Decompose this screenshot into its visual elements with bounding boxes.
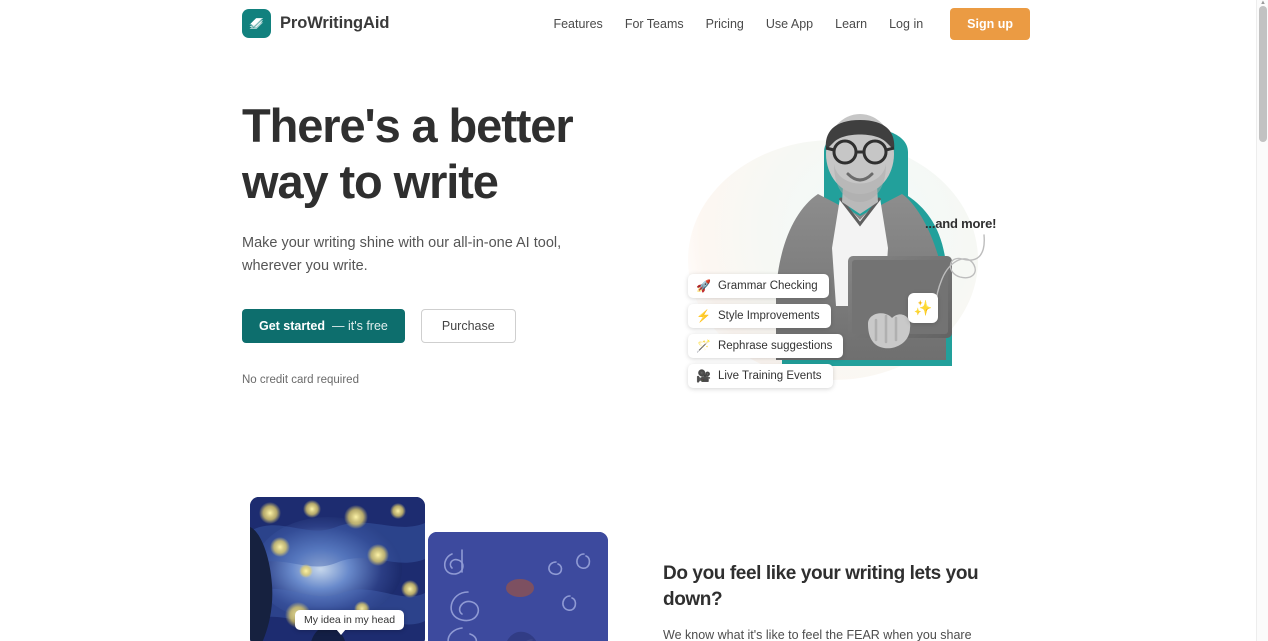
scrollbar-thumb[interactable] xyxy=(1259,6,1267,142)
hero-title-line-2: way to write xyxy=(242,155,499,208)
idea-tooltip: My idea in my head xyxy=(295,610,405,635)
page-root: ProWritingAid Features For Teams Pricing… xyxy=(0,0,1256,641)
artwork-comparison: My idea in my head xyxy=(250,497,630,641)
site-header: ProWritingAid Features For Teams Pricing… xyxy=(0,0,1256,48)
nav-item-features[interactable]: Features xyxy=(542,8,613,40)
hero-copy: There's a better way to write Make your … xyxy=(242,98,622,386)
hero-section: There's a better way to write Make your … xyxy=(0,48,1256,468)
and-more-annotation: ...and more! xyxy=(925,216,997,231)
feature-chip-label: Style Improvements xyxy=(717,310,820,322)
brand-name: ProWritingAid xyxy=(280,14,390,32)
get-started-sublabel: — it's free xyxy=(332,319,388,333)
hero-subtitle: Make your writing shine with our all-in-… xyxy=(242,235,562,274)
hero-title: There's a better way to write xyxy=(242,98,622,210)
feature-chip-rephrase-suggestions: 🪄 Rephrase suggestions xyxy=(688,334,844,358)
nav-item-log-in[interactable]: Log in xyxy=(878,8,934,40)
squiggle-arrow-icon xyxy=(935,234,985,306)
feature-chip-grammar-checking: 🚀 Grammar Checking xyxy=(688,274,829,298)
hero-title-line-1: There's a better xyxy=(242,99,574,152)
feature-chip-label: Grammar Checking xyxy=(717,280,818,292)
nav-item-learn[interactable]: Learn xyxy=(824,8,878,40)
vertical-scrollbar[interactable]: ▲ xyxy=(1256,0,1268,641)
writing-problem-copy: Do you feel like your writing lets you d… xyxy=(663,561,1015,641)
section-heading: Do you feel like your writing lets you d… xyxy=(663,563,979,610)
no-credit-card-note: No credit card required xyxy=(242,374,359,386)
nav-item-use-app[interactable]: Use App xyxy=(755,8,824,40)
brand-logo-link[interactable]: ProWritingAid xyxy=(242,9,389,38)
document-scribbles-panel xyxy=(428,532,608,641)
hero-illustration: ...and more! ✨ 🚀 Grammar Checking ⚡ Styl… xyxy=(640,98,1040,438)
get-started-button[interactable]: Get started — it's free xyxy=(242,309,405,343)
sign-up-button[interactable]: Sign up xyxy=(950,8,1030,40)
video-camera-icon: 🎥 xyxy=(696,369,711,383)
nav-item-for-teams[interactable]: For Teams xyxy=(614,8,695,40)
feature-chip-label: Rephrase suggestions xyxy=(717,340,833,352)
nav-item-pricing[interactable]: Pricing xyxy=(695,8,755,40)
feature-chip-list: 🚀 Grammar Checking ⚡ Style Improvements … xyxy=(688,274,844,388)
magic-wand-icon: 🪄 xyxy=(696,339,711,353)
stacked-books-check-icon xyxy=(242,9,271,38)
lightning-icon: ⚡ xyxy=(696,309,711,323)
feature-chip-live-training-events: 🎥 Live Training Events xyxy=(688,364,833,388)
feature-chip-label: Live Training Events xyxy=(717,370,822,382)
sparkles-icon: ✨ xyxy=(908,293,938,323)
rocket-icon: 🚀 xyxy=(696,279,711,293)
section-paragraph: We know what it's like to feel the FEAR … xyxy=(663,628,972,641)
purchase-button[interactable]: Purchase xyxy=(420,309,516,343)
primary-navigation: Features For Teams Pricing Use App Learn… xyxy=(542,8,1030,40)
writing-problem-section: My idea in my head Do you feel like your… xyxy=(0,468,1256,641)
feature-chip-style-improvements: ⚡ Style Improvements xyxy=(688,304,831,328)
hero-cta-group: Get started — it's free Purchase xyxy=(242,309,622,343)
get-started-label: Get started xyxy=(259,319,325,333)
